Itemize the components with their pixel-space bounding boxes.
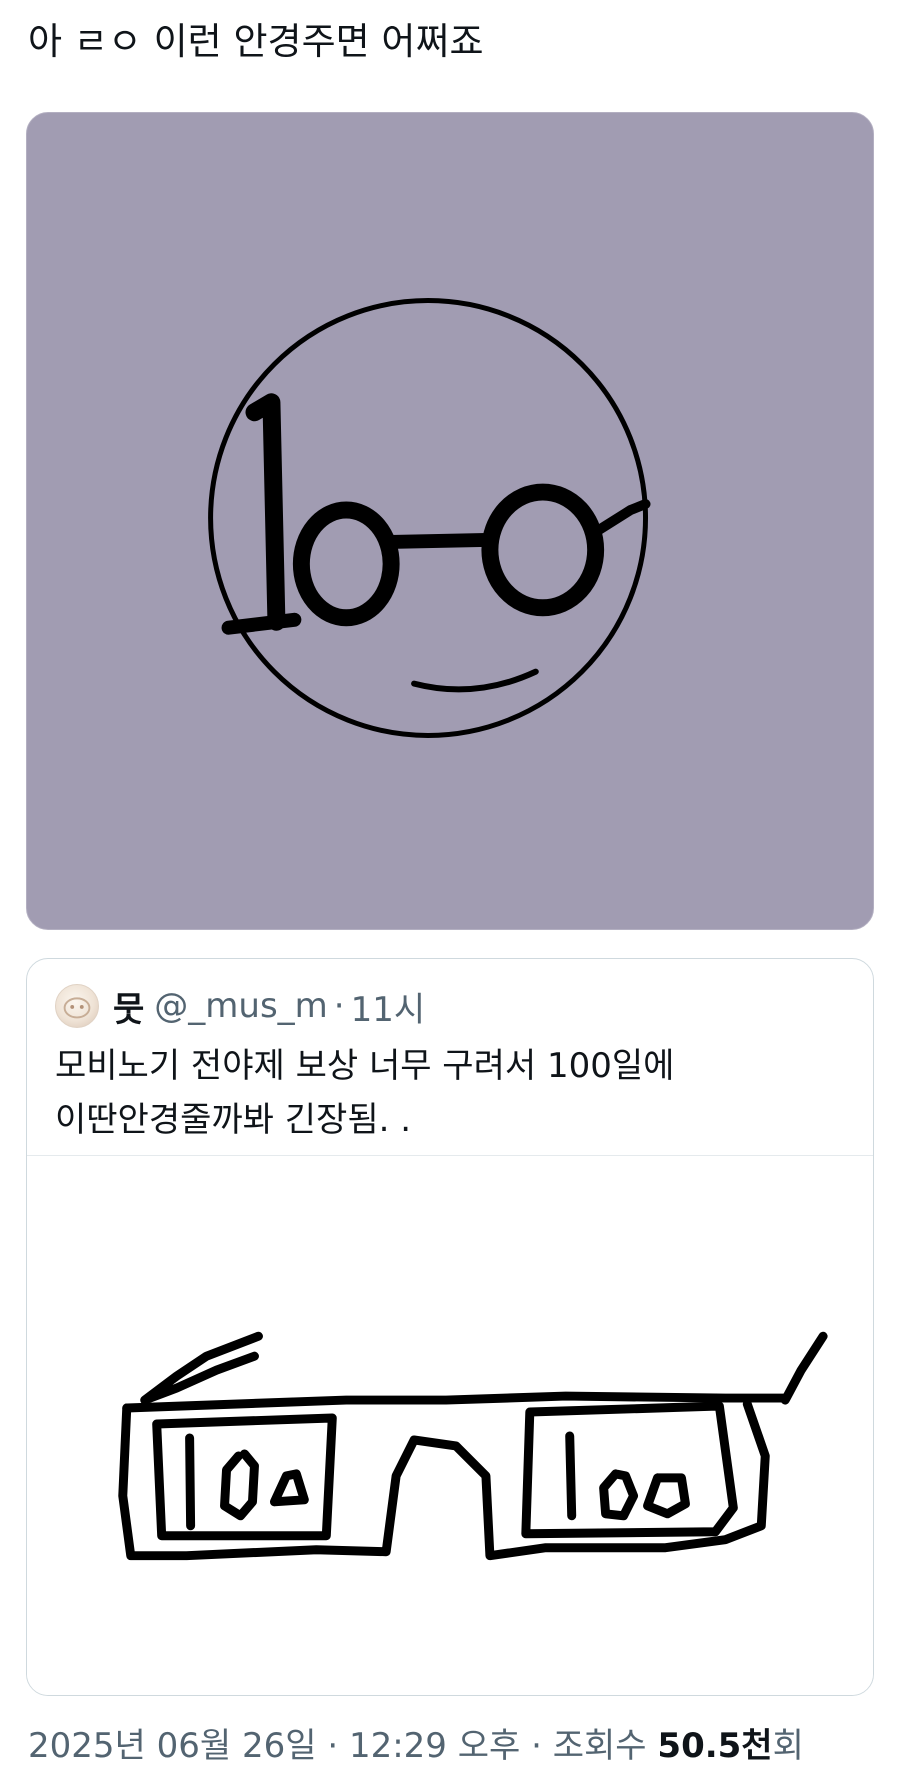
tweet-text: 아 ㄹㅇ 이런 안경주면 어쩌죠 xyxy=(28,20,484,63)
tweet-metadata: 2025년 06월 26일 · 12:29 오후 · 조회수 50.5천회 xyxy=(28,1720,888,1772)
views-label: 조회수 xyxy=(552,1726,658,1766)
avatar[interactable] xyxy=(55,984,99,1028)
quote-author-name[interactable]: 뭇 xyxy=(113,982,144,1031)
meta-separator: · xyxy=(316,1726,349,1766)
quote-image[interactable] xyxy=(27,1155,873,1695)
tweet-image[interactable] xyxy=(26,112,874,930)
tweet-date[interactable]: 2025년 06월 26일 xyxy=(28,1726,317,1766)
quote-header: 뭇 @_mus_m · 11시 xyxy=(55,981,425,1031)
quote-timestamp[interactable]: 11시 xyxy=(351,982,426,1031)
smiley-100-glasses-drawing xyxy=(208,298,651,738)
quote-text: 모비노기 전야제 보상 너무 구려서 100일에 이딴안경줄까봐 긴장됨. . xyxy=(55,1046,675,1140)
avatar-icon xyxy=(63,997,91,1019)
tweet-time[interactable]: 12:29 오후 xyxy=(349,1726,520,1766)
meta-separator: · xyxy=(520,1726,553,1766)
quote-tweet-card[interactable]: 뭇 @_mus_m · 11시 모비노기 전야제 보상 너무 구려서 100일에… xyxy=(26,958,874,1696)
views-count[interactable]: 50.5천 xyxy=(657,1726,772,1766)
glasses-100-drawing xyxy=(118,1331,828,1561)
views-suffix: 회 xyxy=(772,1726,804,1766)
quote-author-handle[interactable]: @_mus_m xyxy=(154,986,328,1026)
quote-separator: · xyxy=(333,986,345,1026)
